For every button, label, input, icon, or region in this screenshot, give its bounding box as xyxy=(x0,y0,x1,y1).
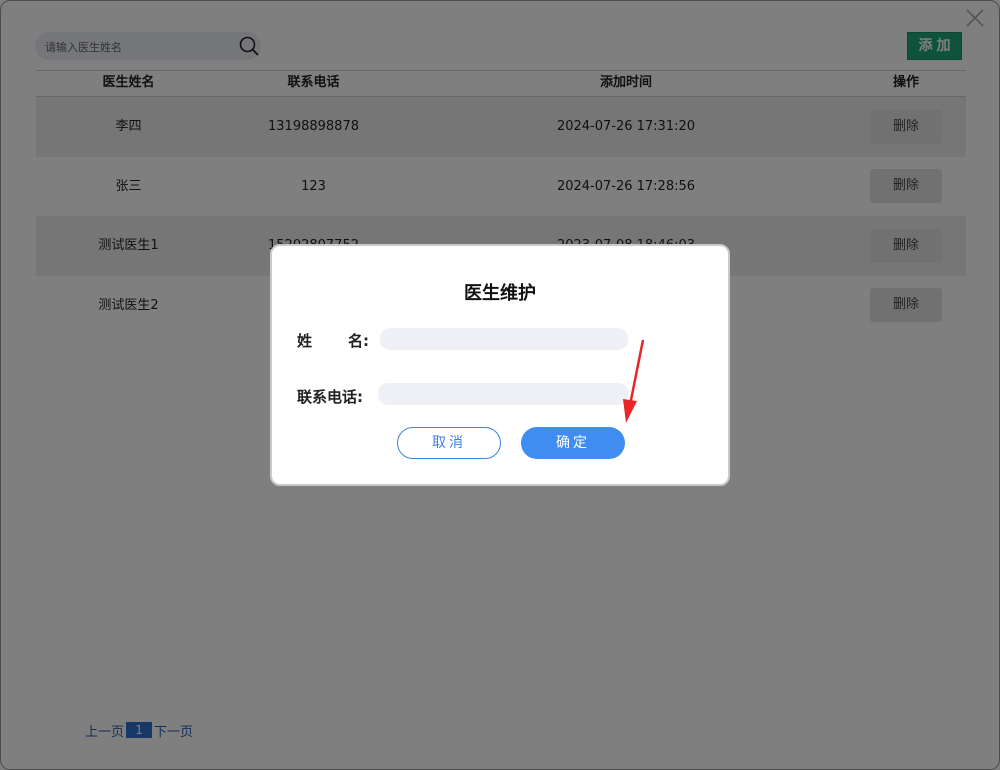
red-arrow-annotation-icon xyxy=(623,339,645,423)
name-label-second: 名: xyxy=(348,332,369,350)
cancel-button[interactable]: 取消 xyxy=(397,427,501,459)
doctor-edit-dialog: 医生维护 姓 名: 联系电话: 取消 确定 xyxy=(270,244,730,486)
name-input[interactable] xyxy=(380,328,628,350)
name-label-first: 姓 xyxy=(297,332,313,350)
phone-input[interactable] xyxy=(378,383,628,405)
phone-label: 联系电话: xyxy=(297,388,363,406)
confirm-button[interactable]: 确定 xyxy=(521,427,625,459)
dialog-title: 医生维护 xyxy=(464,283,536,304)
